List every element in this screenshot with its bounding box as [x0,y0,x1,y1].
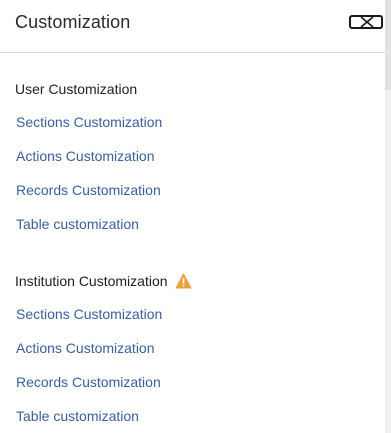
user-actions-customization-link[interactable]: Actions Customization [16,148,155,164]
institution-actions-customization-link[interactable]: Actions Customization [16,340,155,356]
customization-panel: Customization User Customization Section… [0,0,385,433]
panel-header: Customization [0,0,385,53]
institution-customization-heading-label: Institution Customization [15,273,168,289]
close-button[interactable] [349,15,383,29]
page-title: Customization [15,12,131,32]
institution-sections-customization-link[interactable]: Sections Customization [16,306,162,322]
user-table-customization-link[interactable]: Table customization [16,216,139,232]
scrollbar[interactable] [385,0,391,433]
user-customization-heading: User Customization [15,81,137,97]
institution-records-customization-link[interactable]: Records Customization [16,374,161,390]
user-customization-heading-label: User Customization [15,81,138,97]
scrollbar-thumb[interactable] [385,0,391,90]
user-records-customization-link[interactable]: Records Customization [16,182,161,198]
user-sections-customization-link[interactable]: Sections Customization [16,114,162,130]
institution-table-customization-link[interactable]: Table customization [16,408,139,424]
institution-customization-heading: Institution Customization [15,273,192,289]
close-icon [360,16,374,28]
warning-icon [175,273,192,289]
